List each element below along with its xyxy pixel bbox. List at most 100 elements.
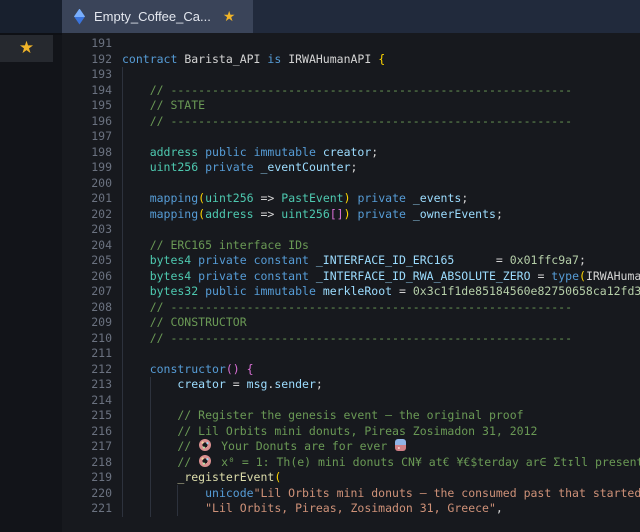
code-token: // ERC165 interface IDs: [122, 238, 309, 252]
bookmark-star-icon: ★: [19, 40, 34, 57]
code-line[interactable]: 203: [62, 222, 640, 238]
code-text: mapping(address => uint256[]) private _o…: [122, 207, 503, 221]
code-line[interactable]: 191: [62, 36, 640, 52]
code-token: "Lil Orbits, Pireas, Zosimadon 31, Greec…: [205, 501, 496, 515]
code-token: (: [274, 470, 281, 484]
code-line[interactable]: 193: [62, 67, 640, 83]
tab-star-icon[interactable]: ★: [223, 10, 236, 24]
code-text: // CONSTRUCTOR: [122, 315, 247, 329]
line-number[interactable]: 200: [62, 176, 112, 192]
code-line[interactable]: 196 // ---------------------------------…: [62, 114, 640, 130]
cupcake-emoji-icon: [395, 439, 406, 451]
code-token: (: [579, 269, 586, 283]
code-token: _INTERFACE_ID_ERC165: [316, 253, 454, 267]
line-number[interactable]: 194: [62, 83, 112, 99]
code-token: uint256: [122, 160, 205, 174]
code-line[interactable]: 211: [62, 346, 640, 362]
code-line[interactable]: 209 // CONSTRUCTOR: [62, 315, 640, 331]
code-text: bytes32 public immutable merkleRoot = 0x…: [122, 284, 640, 298]
line-number[interactable]: 219: [62, 470, 112, 486]
line-number[interactable]: 217: [62, 439, 112, 455]
line-number[interactable]: 203: [62, 222, 112, 238]
code-token: // -------------------------------------…: [122, 83, 572, 97]
code-token: ;: [579, 253, 586, 267]
code-line[interactable]: 220 unicode"Lil Orbits mini donuts — the…: [62, 486, 640, 502]
code-line[interactable]: 205 bytes4 private constant _INTERFACE_I…: [62, 253, 640, 269]
line-number[interactable]: 195: [62, 98, 112, 114]
code-line[interactable]: 201 mapping(uint256 => PastEvent) privat…: [62, 191, 640, 207]
line-number[interactable]: 202: [62, 207, 112, 223]
line-number[interactable]: 213: [62, 377, 112, 393]
line-number[interactable]: 211: [62, 346, 112, 362]
code-line[interactable]: 192 contract Barista_API is IRWAHumanAPI …: [62, 52, 640, 68]
code-text: // STATE: [122, 98, 205, 112]
line-number[interactable]: 214: [62, 393, 112, 409]
code-line[interactable]: 212 constructor() {: [62, 362, 640, 378]
code-text: contract Barista_API is IRWAHumanAPI {: [122, 52, 385, 66]
code-token: address: [122, 145, 205, 159]
code-token: constructor: [122, 362, 226, 376]
code-line[interactable]: 216 // Lil Orbits mini donuts, Pireas Zo…: [62, 424, 640, 440]
code-line[interactable]: 207 bytes32 public immutable merkleRoot …: [62, 284, 640, 300]
line-number[interactable]: 199: [62, 160, 112, 176]
code-text: constructor() {: [122, 362, 254, 376]
code-token: ;: [461, 191, 468, 205]
code-line[interactable]: 195 // STATE: [62, 98, 640, 114]
line-number[interactable]: 192: [62, 52, 112, 68]
line-number[interactable]: 205: [62, 253, 112, 269]
code-line[interactable]: 213 creator = msg.sender;: [62, 377, 640, 393]
code-line[interactable]: 218 // x⁰ = 1: Th(e) mini donuts CN¥ at€…: [62, 455, 640, 471]
line-number[interactable]: 197: [62, 129, 112, 145]
code-token: type: [551, 269, 579, 283]
code-line[interactable]: 219 _registerEvent(: [62, 470, 640, 486]
code-line[interactable]: 217 // Your Donuts are for ever: [62, 439, 640, 455]
line-number[interactable]: 212: [62, 362, 112, 378]
code-token: immutable: [254, 145, 323, 159]
line-number[interactable]: 193: [62, 67, 112, 83]
tab-empty-coffee[interactable]: Empty_Coffee_Ca... ★: [62, 0, 253, 33]
line-number[interactable]: 210: [62, 331, 112, 347]
line-number[interactable]: 208: [62, 300, 112, 316]
code-text: unicode"Lil Orbits mini donuts — the con…: [122, 486, 640, 500]
code-line[interactable]: 198 address public immutable creator;: [62, 145, 640, 161]
line-number[interactable]: 196: [62, 114, 112, 130]
donut-emoji-icon: [199, 439, 211, 451]
code-line[interactable]: 206 bytes4 private constant _INTERFACE_I…: [62, 269, 640, 285]
line-number[interactable]: 201: [62, 191, 112, 207]
sidebar-bookmark-row[interactable]: ★: [0, 35, 53, 62]
code-text: // Register the genesis event — the orig…: [122, 408, 524, 422]
code-token: // -------------------------------------…: [122, 114, 572, 128]
line-number[interactable]: 218: [62, 455, 112, 471]
code-editor[interactable]: 191192 contract Barista_API is IRWAHumanA…: [62, 33, 640, 532]
line-number[interactable]: 204: [62, 238, 112, 254]
line-number[interactable]: 215: [62, 408, 112, 424]
code-text: bytes4 private constant _INTERFACE_ID_ER…: [122, 253, 586, 267]
code-line[interactable]: 199 uint256 private _eventCounter;: [62, 160, 640, 176]
code-line[interactable]: 214: [62, 393, 640, 409]
line-number[interactable]: 209: [62, 315, 112, 331]
code-token: ,: [496, 501, 503, 515]
line-number[interactable]: 221: [62, 501, 112, 517]
code-line[interactable]: 215 // Register the genesis event — the …: [62, 408, 640, 424]
code-line[interactable]: 202 mapping(address => uint256[]) privat…: [62, 207, 640, 223]
line-number[interactable]: 220: [62, 486, 112, 502]
code-line[interactable]: 221 "Lil Orbits, Pireas, Zosimadon 31, G…: [62, 501, 640, 517]
code-token: (): [226, 362, 240, 376]
line-number[interactable]: 206: [62, 269, 112, 285]
code-line[interactable]: 204 // ERC165 interface IDs: [62, 238, 640, 254]
code-token: bytes4: [122, 253, 198, 267]
code-line[interactable]: 197: [62, 129, 640, 145]
code-line[interactable]: 208 // ---------------------------------…: [62, 300, 640, 316]
code-token: [122, 486, 205, 500]
code-line[interactable]: 210 // ---------------------------------…: [62, 331, 640, 347]
line-number[interactable]: 207: [62, 284, 112, 300]
code-line[interactable]: 194 // ---------------------------------…: [62, 83, 640, 99]
code-line[interactable]: 200: [62, 176, 640, 192]
code-text: mapping(uint256 => PastEvent) private _e…: [122, 191, 468, 205]
line-number[interactable]: 198: [62, 145, 112, 161]
line-number[interactable]: 216: [62, 424, 112, 440]
code-token: //: [122, 455, 198, 469]
line-number[interactable]: 191: [62, 36, 112, 52]
code-text: // -------------------------------------…: [122, 83, 572, 97]
code-token: mapping: [122, 191, 198, 205]
